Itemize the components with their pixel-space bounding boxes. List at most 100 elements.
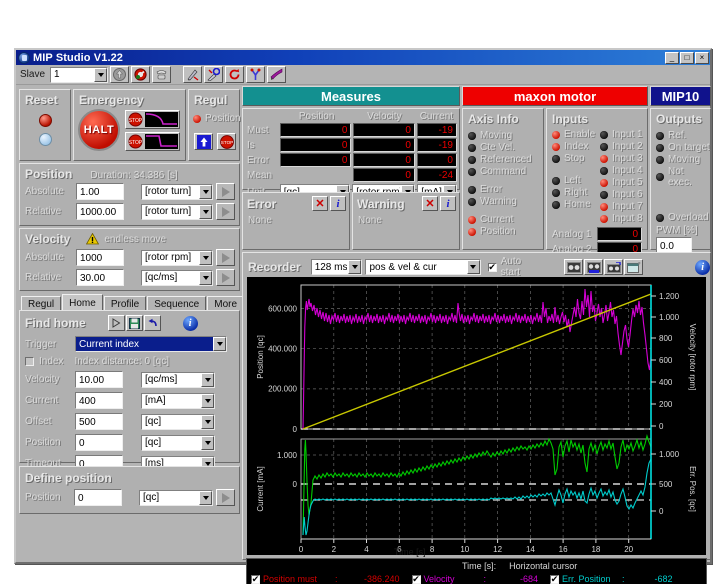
velocity-relative-value[interactable]: 30.00 xyxy=(76,269,124,286)
regul-enable-button[interactable] xyxy=(194,133,213,150)
fh-velocity-unit[interactable]: [qc/ms] xyxy=(141,371,215,388)
axis-label-position: Position xyxy=(480,226,516,237)
input-led-stop xyxy=(552,154,560,163)
legend-checkbox-position-must[interactable]: ✔ xyxy=(251,574,260,584)
trigger-select[interactable]: Current index xyxy=(75,336,227,352)
fh-position-spinner[interactable]: 0 xyxy=(75,434,137,451)
stop-profile-decel-button[interactable]: STOP xyxy=(125,109,180,129)
tab-regul[interactable]: Regul xyxy=(21,296,62,311)
reset-led-red[interactable] xyxy=(38,114,52,127)
index-checkbox[interactable] xyxy=(25,357,34,366)
chevron-down-icon[interactable] xyxy=(348,260,362,274)
fh-offset-unit[interactable]: [qc] xyxy=(141,413,215,430)
fh-position-unit[interactable]: [qc] xyxy=(141,434,215,451)
measures-error-velocity: 0 xyxy=(353,153,415,167)
velocity-relative-go-button[interactable] xyxy=(216,269,235,286)
chevron-down-icon[interactable] xyxy=(466,260,480,274)
position-absolute-spinner[interactable]: 1.00 xyxy=(76,183,138,200)
chevron-down-icon[interactable] xyxy=(199,490,212,505)
export-icon[interactable] xyxy=(624,259,644,275)
chevron-down-icon[interactable] xyxy=(201,393,214,408)
fh-current-spinner[interactable]: 400 xyxy=(75,392,137,409)
velocity-relative-spinner[interactable]: 30.00 xyxy=(76,269,138,286)
find-home-info-icon[interactable]: i xyxy=(182,315,198,331)
chevron-down-icon[interactable] xyxy=(213,337,226,351)
find-home-save-button[interactable] xyxy=(125,315,143,331)
warning-info-button[interactable]: i xyxy=(440,196,456,211)
fh-current-unit[interactable]: [mA] xyxy=(141,392,215,409)
chevron-down-icon[interactable] xyxy=(199,270,212,285)
load-icon[interactable] xyxy=(604,259,624,275)
tab-profile[interactable]: Profile xyxy=(103,296,147,311)
record-cur-icon[interactable] xyxy=(584,259,604,275)
phone-icon[interactable] xyxy=(152,66,172,83)
fh-velocity-value[interactable]: 10.00 xyxy=(75,371,123,388)
chevron-down-icon[interactable] xyxy=(201,435,214,450)
regul-stop-button[interactable]: STOP xyxy=(217,133,236,150)
define-position-unit[interactable]: [qc] xyxy=(139,489,213,506)
define-position-go-button[interactable] xyxy=(216,489,235,506)
legend-label-velocity: Velocity xyxy=(423,574,455,584)
fh-offset-value[interactable]: 500 xyxy=(75,413,123,430)
record-icon[interactable] xyxy=(564,259,584,275)
slave-select[interactable]: 1 xyxy=(50,66,109,83)
lower-right-tick-500: 500 xyxy=(659,480,673,489)
book-icon[interactable] xyxy=(267,66,287,83)
maximize-button[interactable]: □ xyxy=(680,51,694,64)
fh-current-value[interactable]: 400 xyxy=(75,392,123,409)
velocity-relative-label: Relative xyxy=(25,272,62,283)
define-position-value[interactable]: 0 xyxy=(74,489,122,506)
velocity-relative-unit[interactable]: [qc/ms] xyxy=(141,269,213,286)
position-relative-spinner[interactable]: 1000.00 xyxy=(76,203,138,220)
fh-offset-spinner[interactable]: 500 xyxy=(75,413,137,430)
legend-checkbox-velocity[interactable]: ✔ xyxy=(411,574,421,584)
velocity-absolute-go-button[interactable] xyxy=(216,249,235,266)
upload-icon[interactable] xyxy=(110,66,130,83)
chevron-down-icon[interactable] xyxy=(199,184,212,199)
tab-sequence[interactable]: Sequence xyxy=(147,296,207,311)
recorder-info-icon[interactable]: i xyxy=(695,259,710,275)
recorder-mode-select[interactable]: pos & vel & cur xyxy=(365,259,481,275)
wrench-icon[interactable] xyxy=(204,66,224,83)
recorder-period-select[interactable]: 128 ms xyxy=(310,259,363,275)
refresh-icon[interactable] xyxy=(225,66,245,83)
velocity-absolute-value[interactable]: 1000 xyxy=(76,249,124,266)
close-button[interactable]: × xyxy=(695,51,709,64)
find-home-undo-button[interactable] xyxy=(143,315,161,331)
fh-velocity-spinner[interactable]: 10.00 xyxy=(75,371,137,388)
chevron-down-icon[interactable] xyxy=(201,372,214,387)
fh-position-value[interactable]: 0 xyxy=(75,434,123,451)
error-info-button[interactable]: i xyxy=(330,196,346,211)
position-relative-unit[interactable]: [rotor turn] xyxy=(141,203,213,220)
settings-icon[interactable] xyxy=(246,66,266,83)
tab-more[interactable]: More xyxy=(207,296,245,311)
halt-button[interactable]: HALT xyxy=(78,109,120,151)
find-home-play-button[interactable] xyxy=(107,315,125,331)
warning-clear-button[interactable]: ✕ xyxy=(422,196,438,211)
define-position-spinner[interactable]: 0 xyxy=(74,489,136,506)
error-clear-button[interactable]: ✕ xyxy=(312,196,328,211)
reset-led-blue[interactable] xyxy=(38,133,52,146)
position-absolute-unit[interactable]: [rotor turn] xyxy=(141,183,213,200)
input-item-stop: Stop xyxy=(552,153,600,164)
stop-forbidden-icon[interactable] xyxy=(131,66,151,83)
chevron-down-icon[interactable] xyxy=(199,250,212,265)
stop-profile-quickstop-button[interactable]: STOP xyxy=(125,131,180,151)
minimize-button[interactable]: _ xyxy=(665,51,679,64)
fh-position-unit-value: [qc] xyxy=(145,437,162,448)
legend-checkbox-err-position[interactable]: ✔ xyxy=(550,574,560,584)
chevron-down-icon[interactable] xyxy=(94,67,108,82)
position-absolute-go-button[interactable] xyxy=(216,183,235,200)
position-absolute-value[interactable]: 1.00 xyxy=(76,183,124,200)
auto-start-checkbox[interactable]: ✔ xyxy=(487,262,497,272)
chevron-down-icon[interactable] xyxy=(199,204,212,219)
recorder-chart[interactable]: 600.000 400.000 200.000 0 Position [qc] … xyxy=(247,277,706,555)
position-relative-value[interactable]: 1000.00 xyxy=(76,203,124,220)
outputs-panel: Outputs Ref. On target Moving Not exec. … xyxy=(650,108,711,254)
velocity-absolute-unit[interactable]: [rotor rpm] xyxy=(141,249,213,266)
position-relative-go-button[interactable] xyxy=(216,203,235,220)
chevron-down-icon[interactable] xyxy=(201,414,214,429)
tab-home[interactable]: Home xyxy=(62,294,103,311)
velocity-absolute-spinner[interactable]: 1000 xyxy=(76,249,138,266)
tune-icon[interactable] xyxy=(183,66,203,83)
